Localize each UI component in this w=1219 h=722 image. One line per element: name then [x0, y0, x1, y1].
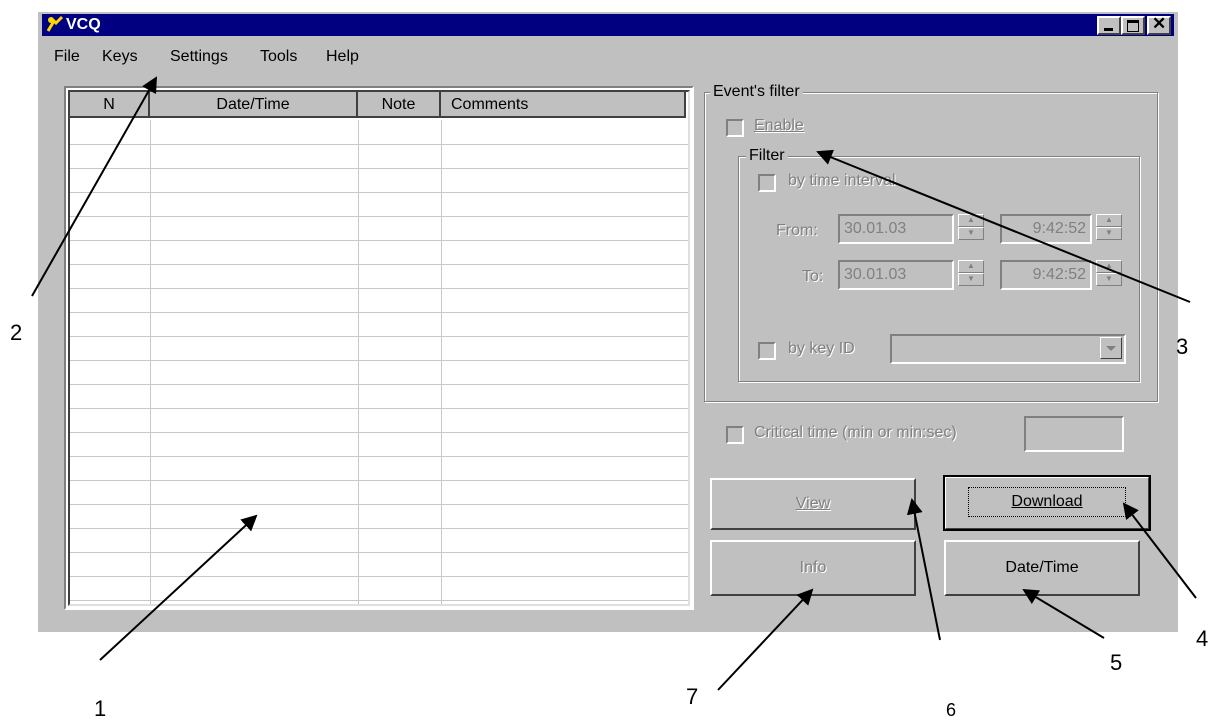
- callout-6: 6: [946, 700, 957, 720]
- callout-arrow-1: [99, 514, 258, 661]
- callout-arrow-3: [816, 149, 1191, 303]
- callout-2: 2: [10, 320, 23, 345]
- callout-arrow-2: [31, 76, 157, 297]
- callout-1: 1: [94, 696, 107, 721]
- callout-arrow-7: [717, 588, 814, 691]
- callout-5: 5: [1110, 650, 1123, 675]
- callout-7: 7: [686, 684, 699, 709]
- callout-arrow-5: [1022, 588, 1105, 639]
- callout-4: 4: [1196, 626, 1209, 651]
- callout-3: 3: [1176, 334, 1189, 359]
- callout-arrow-6: [906, 498, 941, 641]
- callout-arrow-4: [1122, 502, 1197, 599]
- annotation-arrows: [31, 76, 1197, 691]
